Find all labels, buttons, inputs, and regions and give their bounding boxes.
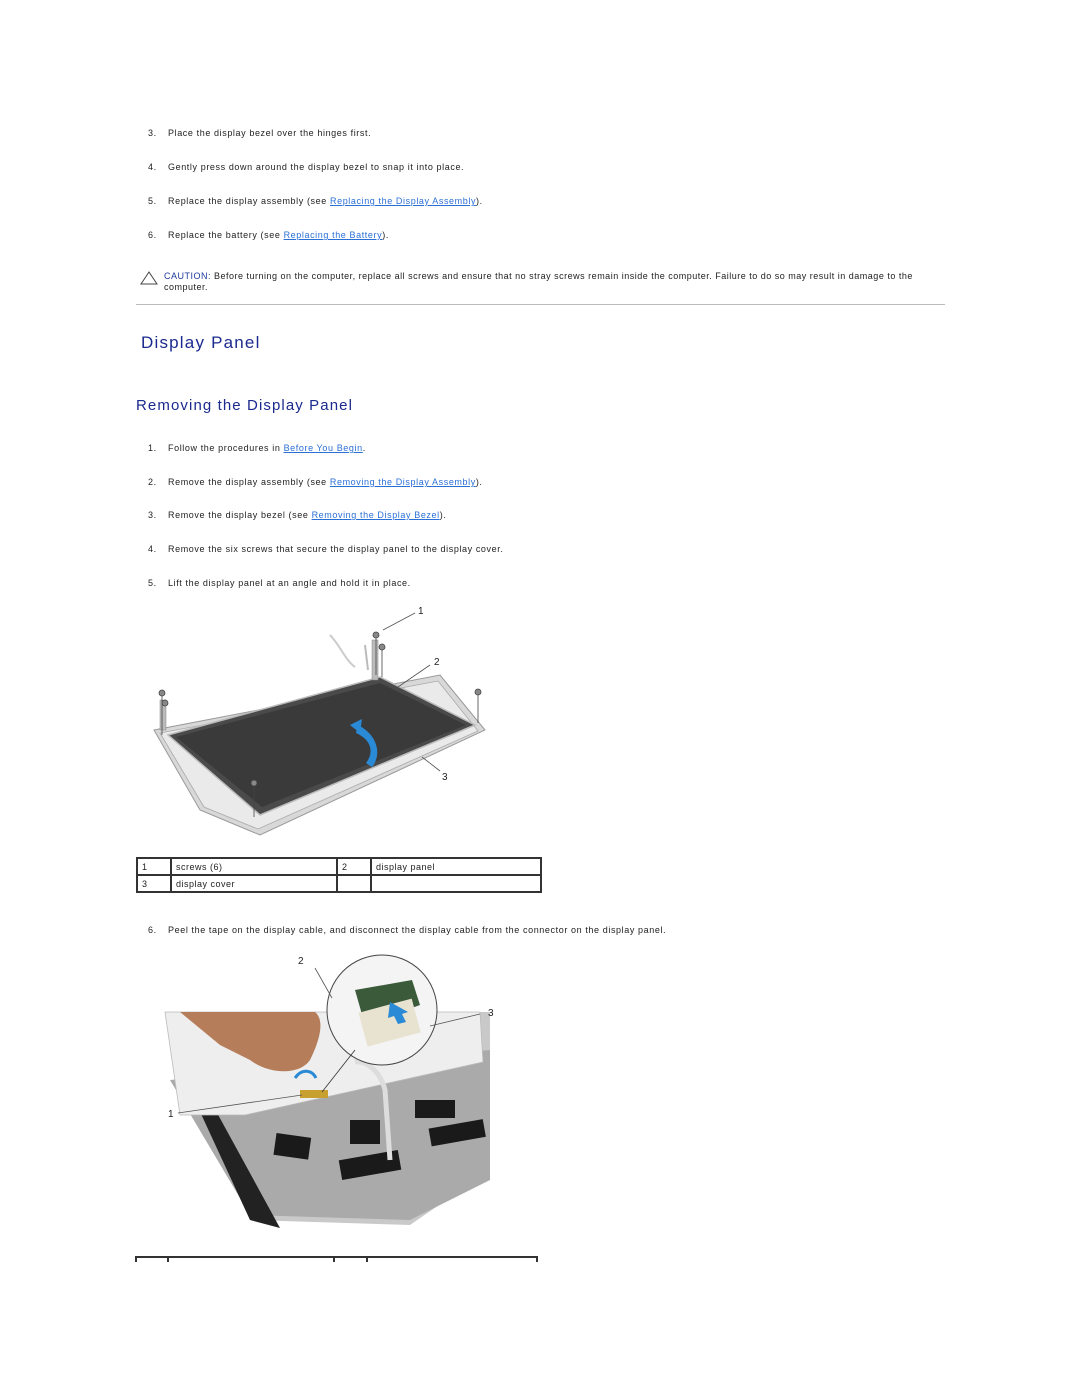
table-cell-border: [366, 1256, 368, 1262]
step-text-after: ).: [476, 196, 483, 206]
replace-step-5: 5. Replace the display assembly (see Repl…: [148, 196, 483, 206]
step-number: 4.: [148, 544, 157, 554]
step-text-after: .: [362, 443, 366, 453]
legend-number: 2: [336, 857, 372, 876]
step-text-after: ).: [382, 230, 389, 240]
callout-2: 2: [434, 657, 440, 668]
step-text: Replace the battery (see: [168, 230, 284, 240]
remove-step-6: 6. Peel the tape on the display cable, an…: [148, 925, 666, 935]
legend-label: screws (6): [170, 857, 338, 876]
step-text: Remove the display bezel (see: [168, 510, 312, 520]
link-before-you-begin[interactable]: Before You Begin: [284, 443, 363, 453]
step-text: Peel the tape on the display cable, and …: [168, 925, 667, 935]
callout-3: 3: [488, 1008, 494, 1019]
step-text-after: ).: [439, 510, 447, 520]
replace-step-3: 3. Place the display bezel over the hinge…: [148, 128, 371, 138]
callout-3: 3: [442, 772, 448, 783]
caution-text: Before turning on the computer, replace …: [164, 271, 913, 292]
remove-step-2: 2. Remove the display assembly (see Remov…: [148, 477, 483, 487]
legend-number: 1: [136, 857, 172, 876]
link-removing-display-assembly[interactable]: Removing the Display Assembly: [330, 477, 476, 487]
replace-step-6: 6. Replace the battery (see Replacing the…: [148, 230, 389, 240]
step-number: 6.: [148, 925, 157, 935]
remove-step-3: 3. Remove the display bezel (see Removing…: [148, 510, 446, 520]
link-replacing-battery[interactable]: Replacing the Battery: [284, 230, 383, 240]
table-row: 3 display cover: [136, 874, 542, 893]
section-title: Display Panel: [141, 333, 261, 352]
legend-label: [370, 874, 542, 893]
step-number: 6.: [148, 230, 157, 240]
callout-1: 1: [418, 606, 424, 617]
caution-triangle-icon: [140, 271, 158, 285]
table-row: 1 screws (6) 2 display panel: [136, 857, 542, 876]
remove-step-4: 4. Remove the six screws that secure the …: [148, 544, 503, 554]
legend-label: display cover: [170, 874, 338, 893]
step-text: Gently press down around the display bez…: [168, 162, 465, 172]
table-cell-border: [536, 1256, 538, 1262]
step-number: 3.: [148, 510, 157, 520]
table-cell-border: [167, 1256, 169, 1262]
replace-step-4: 4. Gently press down around the display b…: [148, 162, 464, 172]
subsection-title: Removing the Display Panel: [136, 397, 354, 414]
step-number: 5.: [148, 196, 157, 206]
link-replacing-display-assembly[interactable]: Replacing the Display Assembly: [330, 196, 476, 206]
legend-table-figure2-partial: [135, 1256, 538, 1264]
step-number: 2.: [148, 477, 157, 487]
section-divider: [136, 304, 945, 305]
table-cell-border: [333, 1256, 335, 1262]
remove-step-5: 5. Lift the display panel at an angle and…: [148, 578, 411, 588]
step-number: 5.: [148, 578, 157, 588]
figure-display-panel-removal: 1 2 3: [153, 606, 486, 836]
caution-note: CAUTION: Before turning on the computer,…: [140, 271, 940, 293]
step-text: Follow the procedures in: [168, 443, 284, 453]
step-text: Remove the display assembly (see: [168, 477, 330, 487]
step-number: 4.: [148, 162, 157, 172]
caution-label: CAUTION:: [164, 271, 212, 281]
step-number: 3.: [148, 128, 157, 138]
callout-2: 2: [298, 956, 304, 967]
step-text: Remove the six screws that secure the di…: [168, 544, 504, 554]
table-cell-border: [135, 1256, 137, 1262]
remove-step-1: 1. Follow the procedures in Before You Be…: [148, 443, 366, 453]
step-text: Lift the display panel at an angle and h…: [168, 578, 411, 588]
link-removing-display-bezel[interactable]: Removing the Display Bezel: [312, 510, 440, 520]
legend-label: display panel: [370, 857, 542, 876]
step-text-after: ).: [475, 477, 483, 487]
callout-1: 1: [168, 1109, 174, 1120]
legend-number: [336, 874, 372, 893]
step-text: Replace the display assembly (see: [168, 196, 330, 206]
step-number: 1.: [148, 443, 157, 453]
legend-number: 3: [136, 874, 172, 893]
figure-display-cable-disconnect: 2 3 1: [164, 954, 494, 1228]
legend-table-figure1: 1 screws (6) 2 display panel 3 display c…: [136, 857, 542, 893]
step-text: Place the display bezel over the hinges …: [168, 128, 372, 138]
